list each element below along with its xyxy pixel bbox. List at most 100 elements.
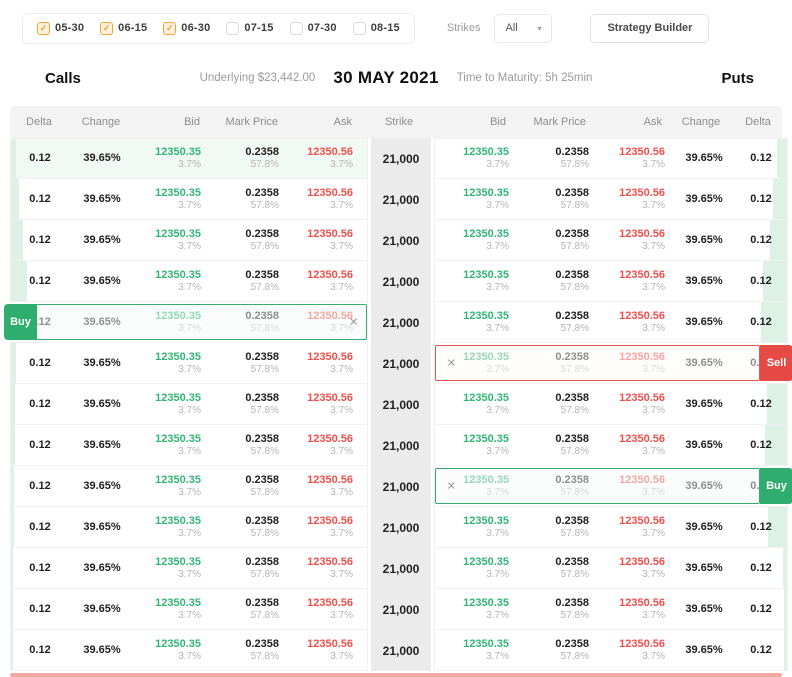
put-mark-price-cell: 0.235857.8% [517,556,597,581]
call-ask-cell[interactable]: 12350.563.7% [289,187,367,212]
put-row: Sell × 12350.353.7% 0.235857.8% 12350.56… [434,343,788,384]
call-bid-cell[interactable]: 12350.353.7% [135,228,211,253]
put-ask-cell[interactable]: 12350.563.7% [597,597,673,622]
puts-section-label: Puts [721,70,754,87]
put-ask-cell[interactable]: 12350.563.7% [597,228,673,253]
call-bid-cell[interactable]: 12350.353.7% [135,433,211,458]
put-delta-cell: 0.12 [735,152,787,165]
call-ask-cell[interactable]: 12350.563.7% [289,433,367,458]
expiration-checkbox-08-15[interactable]: 08-15 [353,22,400,35]
chevron-down-icon: ▾ [537,24,541,33]
call-delta-cell: 0.12 [11,193,69,206]
put-bid-cell[interactable]: 12350.353.7% [435,515,517,540]
put-row: 12350.353.7% 0.235857.8% 12350.563.7% 39… [434,220,788,261]
strikes-select[interactable]: All ▾ [494,14,552,43]
col-put-delta: Delta [732,116,784,128]
put-ask-cell[interactable]: 12350.563.7% [597,556,673,581]
call-ask-cell[interactable]: 12350.563.7% [289,474,367,499]
call-mark-price-cell: 0.235857.8% [211,597,289,622]
put-bid-cell[interactable]: 12350.353.7% [435,146,517,171]
close-icon[interactable]: × [447,356,456,371]
put-bid-cell[interactable]: 12350.353.7% [435,269,517,294]
put-ask-cell[interactable]: 12350.563.7% [597,187,673,212]
table-row: 0.12 39.65% 12350.353.7% 0.235857.8% 123… [10,425,782,466]
call-mark-price-cell: 0.235857.8% [211,228,289,253]
put-bid-cell[interactable]: 12350.353.7% [435,556,517,581]
call-bid-cell[interactable]: 12350.353.7% [135,515,211,540]
call-ask-cell[interactable]: 12350.563.7% [289,351,367,376]
call-bid-cell[interactable]: 12350.353.7% [135,351,211,376]
strategy-builder-button[interactable]: Strategy Builder [590,14,709,43]
call-buy-button[interactable]: Buy [4,304,37,340]
checkbox-icon: ✓ [163,22,176,35]
checkbox-icon [290,22,303,35]
call-bid-cell[interactable]: 12350.353.7% [135,638,211,663]
col-put-mark-price: Mark Price [514,116,594,128]
call-mark-price-cell: 0.235857.8% [211,146,289,171]
expiration-checkbox-07-15[interactable]: 07-15 [226,22,273,35]
put-ask-cell[interactable]: 12350.563.7% [597,269,673,294]
call-mark-price-cell: 0.235857.8% [211,392,289,417]
put-ask-cell[interactable]: 12350.563.7% [597,392,673,417]
call-bid-cell[interactable]: 12350.353.7% [135,269,211,294]
call-row: 0.12 39.65% 12350.353.7% 0.235857.8% 123… [10,220,368,261]
call-ask-cell[interactable]: 12350.563.7% [289,515,367,540]
call-bid-cell[interactable]: 12350.353.7% [135,474,211,499]
expiration-checkbox-05-30[interactable]: ✓ 05-30 [37,22,84,35]
expiration-checkbox-07-30[interactable]: 07-30 [290,22,337,35]
put-bid-cell[interactable]: 12350.353.7% [435,310,517,335]
put-ask-cell[interactable]: 12350.563.7% [597,146,673,171]
call-ask-cell[interactable]: 12350.563.7% [289,146,367,171]
put-row: 12350.353.7% 0.235857.8% 12350.563.7% 39… [434,425,788,466]
put-bid-cell[interactable]: 12350.353.7% [435,187,517,212]
put-sell-button[interactable]: Sell [760,345,792,381]
call-change-cell: 39.65% [69,521,135,534]
call-ask-cell[interactable]: 12350.563.7% [289,269,367,294]
call-delta-cell: 0.12 [11,603,69,616]
call-bid-cell[interactable]: 12350.353.7% [135,556,211,581]
strike-cell: 21,000 [371,548,431,589]
call-ask-cell[interactable]: 12350.563.7% [289,638,367,663]
expiration-label: 07-15 [244,22,273,34]
put-ask-cell[interactable]: 12350.563.7% [597,515,673,540]
call-bid-cell[interactable]: 12350.353.7% [135,392,211,417]
call-delta-cell: 0.12 [11,234,69,247]
call-ask-cell[interactable]: 12350.563.7% [289,556,367,581]
call-row: 0.12 39.65% 12350.353.7% 0.235857.8% 123… [10,589,368,630]
put-row: 12350.353.7% 0.235857.8% 12350.563.7% 39… [434,261,788,302]
put-change-cell: 39.65% [673,562,735,575]
put-ask-cell[interactable]: 12350.563.7% [597,433,673,458]
expiration-checkbox-06-30[interactable]: ✓ 06-30 [163,22,210,35]
call-bid-cell[interactable]: 12350.353.7% [135,146,211,171]
put-buy-button[interactable]: Buy [760,468,792,504]
put-ask-cell[interactable]: 12350.563.7% [597,310,673,335]
expiration-label: 08-15 [371,22,400,34]
call-row: Buy × 0.12 39.65% 12350.353.7% 0.235857.… [10,302,368,343]
call-bid-cell[interactable]: 12350.353.7% [135,597,211,622]
call-ask-cell[interactable]: 12350.563.7% [289,392,367,417]
put-change-cell: 39.65% [673,644,735,657]
put-delta-cell: 0.12 [735,644,787,657]
put-bid-cell[interactable]: 12350.353.7% [435,638,517,663]
put-bid-cell[interactable]: 12350.353.7% [435,433,517,458]
put-bid-cell[interactable]: 12350.353.7% [435,392,517,417]
put-bid-cell[interactable]: 12350.353.7% [435,228,517,253]
table-row: 0.12 39.65% 12350.353.7% 0.235857.8% 123… [10,138,782,179]
call-ask-cell[interactable]: 12350.563.7% [289,597,367,622]
table-body: 0.12 39.65% 12350.353.7% 0.235857.8% 123… [10,138,782,671]
puts-header: Bid Mark Price Ask Change Delta [432,116,784,128]
expiration-checkbox-06-15[interactable]: ✓ 06-15 [100,22,147,35]
close-icon[interactable]: × [447,479,456,494]
col-call-delta: Delta [10,116,68,128]
call-row: 0.12 39.65% 12350.353.7% 0.235857.8% 123… [10,548,368,589]
put-bid-cell[interactable]: 12350.353.7% [435,597,517,622]
put-ask-cell[interactable]: 12350.563.7% [597,638,673,663]
call-bid-cell[interactable]: 12350.353.7% [135,187,211,212]
table-row: 0.12 39.65% 12350.353.7% 0.235857.8% 123… [10,507,782,548]
calls-section-label: Calls [45,70,81,87]
call-ask-cell[interactable]: 12350.563.7% [289,228,367,253]
chain-header-center: Underlying $23,442.00 30 MAY 2021 Time t… [0,68,792,88]
call-delta-cell: 0.12 [11,480,69,493]
call-delta-cell: 0.12 [11,152,69,165]
close-icon[interactable]: × [349,315,358,330]
